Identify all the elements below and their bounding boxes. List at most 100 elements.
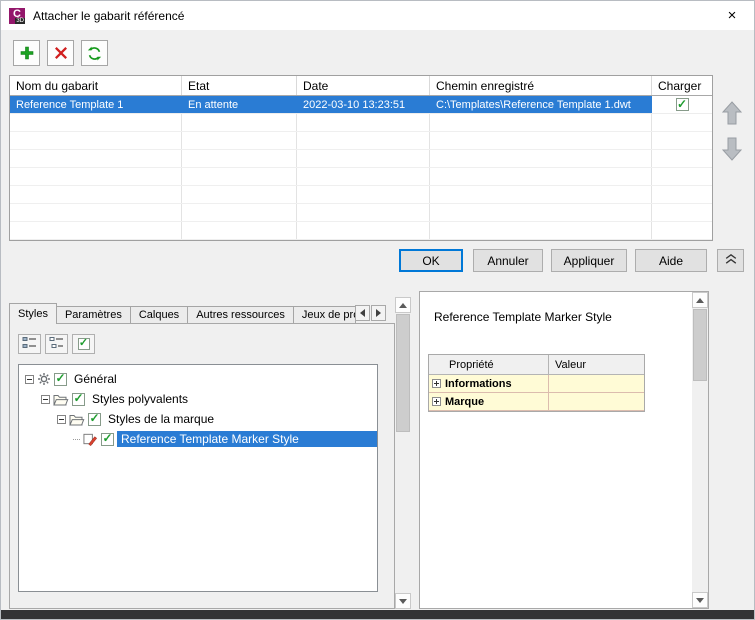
property-value (549, 375, 644, 393)
scrollbar-thumb[interactable] (396, 314, 410, 432)
background-canvas-strip (1, 610, 754, 619)
empty-table-row[interactable] (10, 150, 712, 168)
triangle-right-icon (376, 309, 381, 317)
tree-view-toggle-button[interactable] (18, 334, 41, 354)
tab-jeux-de-proprietes[interactable]: Jeux de pro (293, 306, 356, 324)
tree-item-label: Styles de la marque (108, 412, 215, 426)
empty-table-row[interactable] (10, 168, 712, 186)
template-toolbar (13, 40, 108, 66)
collapse-icon[interactable] (57, 414, 66, 424)
expand-icon[interactable] (432, 379, 441, 388)
close-button[interactable]: × (714, 1, 750, 29)
help-button[interactable]: Aide (635, 249, 707, 272)
list-view-toggle-button[interactable] (45, 334, 68, 354)
tab-parametres[interactable]: Paramètres (56, 306, 131, 324)
column-header-path[interactable]: Chemin enregistré (430, 76, 652, 95)
cell-template-name: Reference Template 1 (10, 96, 182, 113)
civil3d-app-icon: C 3D (9, 7, 25, 24)
tab-scroll-left-button[interactable] (355, 305, 370, 321)
refresh-icon (87, 46, 102, 61)
tab-calques[interactable]: Calques (130, 306, 189, 324)
scrollbar-thumb[interactable] (693, 309, 707, 381)
property-grid: Propriété Valeur Informations Marque (428, 354, 645, 412)
tree-item-checkbox[interactable]: ✓ (101, 432, 114, 446)
tree-item-label-selected: Reference Template Marker Style (117, 431, 377, 447)
property-row-informations[interactable]: Informations (429, 375, 644, 393)
detail-panel-title: Reference Template Marker Style (434, 310, 612, 324)
styles-mini-toolbar: ✓ (18, 334, 95, 354)
apply-button[interactable]: Appliquer (551, 249, 627, 272)
close-icon: × (727, 6, 737, 24)
scroll-up-button[interactable] (395, 297, 411, 313)
title-bar: C 3D Attacher le gabarit référencé × (1, 1, 754, 30)
triangle-down-icon (696, 597, 704, 603)
tree-item-styles-polyvalents[interactable]: ✓ Styles polyvalents (19, 389, 377, 409)
tree-connector (73, 438, 80, 440)
empty-table-row[interactable] (10, 114, 712, 132)
tree-item-checkbox[interactable]: ✓ (72, 392, 85, 406)
tab-scroll-right-button[interactable] (371, 305, 386, 321)
tree-item-checkbox[interactable]: ✓ (54, 372, 67, 386)
ok-button[interactable]: OK (399, 249, 463, 272)
add-template-button[interactable] (13, 40, 40, 66)
empty-table-row[interactable] (10, 222, 712, 240)
triangle-down-icon (399, 598, 407, 604)
tab-autres-ressources[interactable]: Autres ressources (188, 306, 294, 324)
cancel-button[interactable]: Annuler (473, 249, 543, 272)
arrow-down-icon (721, 137, 743, 164)
column-header-name[interactable]: Nom du gabarit (10, 76, 182, 95)
tree-item-label: Général (74, 372, 117, 386)
collapse-icon[interactable] (25, 374, 34, 384)
right-panel-scrollbar[interactable] (692, 292, 708, 608)
hierarchy-view-icon (22, 336, 37, 353)
check-all-button[interactable]: ✓ (72, 334, 95, 354)
tab-scroll-buttons (355, 305, 386, 321)
tab-styles[interactable]: Styles (9, 303, 57, 324)
delete-template-button[interactable] (47, 40, 74, 66)
cell-template-date: 2022-03-10 13:23:51 (297, 96, 430, 113)
tree-item-styles-de-la-marque[interactable]: ✓ Styles de la marque (19, 409, 377, 429)
cell-template-path: C:\Templates\Reference Template 1.dwt (430, 96, 652, 113)
gear-icon (37, 372, 51, 386)
expand-icon[interactable] (432, 397, 441, 406)
refresh-template-button[interactable] (81, 40, 108, 66)
collapse-icon[interactable] (41, 394, 50, 404)
resource-tabs: Styles Paramètres Calques Autres ressour… (9, 303, 356, 324)
check-icon: ✓ (676, 96, 688, 111)
load-checkbox[interactable]: ✓ (675, 96, 689, 111)
add-icon (20, 46, 34, 60)
left-panel-scrollbar[interactable] (395, 297, 411, 609)
tree-item-general[interactable]: ✓ Général (19, 369, 377, 389)
property-value (549, 393, 644, 411)
column-header-load[interactable]: Charger (652, 76, 712, 95)
tree-item-reference-template-marker-style[interactable]: ✓ Reference Template Marker Style (19, 429, 377, 449)
column-header-state[interactable]: Etat (182, 76, 297, 95)
property-row-marque[interactable]: Marque (429, 393, 644, 411)
tree-item-label: Styles polyvalents (92, 392, 189, 406)
empty-table-row[interactable] (10, 204, 712, 222)
styles-panel: Styles Paramètres Calques Autres ressour… (9, 291, 411, 609)
empty-table-row[interactable] (10, 186, 712, 204)
scroll-down-button[interactable] (692, 592, 708, 608)
triangle-up-icon (696, 297, 704, 303)
property-name: Marque (445, 395, 485, 408)
folder-icon (69, 413, 85, 426)
attach-reference-template-dialog: C 3D Attacher le gabarit référencé × Nom… (0, 0, 755, 620)
column-header-property: Propriété (429, 355, 549, 375)
column-header-date[interactable]: Date (297, 76, 430, 95)
window-title: Attacher le gabarit référencé (33, 8, 185, 23)
cell-load-checkbox: ✓ (652, 96, 712, 113)
styles-tree: ✓ Général ✓ Styles polyvalents ✓ Styles … (18, 364, 378, 592)
table-row[interactable]: Reference Template 1 En attente 2022-03-… (10, 96, 712, 114)
styles-tab-page: ✓ ✓ Général ✓ Styles polyvalents ✓ Style… (9, 323, 395, 609)
empty-table-row[interactable] (10, 132, 712, 150)
double-chevron-up-icon (725, 253, 737, 268)
scroll-down-button[interactable] (395, 593, 411, 609)
move-up-button[interactable] (717, 99, 747, 129)
cell-template-state: En attente (182, 96, 297, 113)
collapse-panel-button[interactable] (717, 249, 744, 272)
check-all-icon: ✓ (77, 337, 90, 350)
move-down-button[interactable] (717, 135, 747, 165)
scroll-up-button[interactable] (692, 292, 708, 308)
tree-item-checkbox[interactable]: ✓ (88, 412, 101, 426)
